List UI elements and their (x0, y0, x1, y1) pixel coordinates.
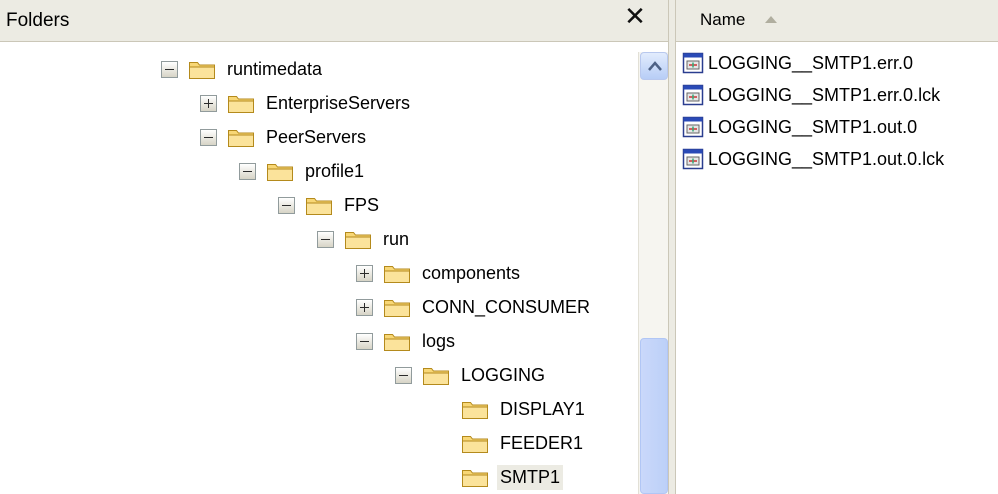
folder-icon (462, 470, 488, 487)
file-list-item[interactable]: LOGGING__SMTP1.err.0.lck (682, 80, 940, 110)
folders-title: Folders (6, 10, 70, 31)
folder-tree: runtimedata EnterpriseServers PeerServers p… (0, 42, 660, 494)
file-list-item[interactable]: LOGGING__SMTP1.err.0 (682, 48, 913, 78)
close-icon[interactable]: ✕ (622, 4, 648, 30)
log-file-icon (682, 148, 704, 170)
scrollbar-thumb[interactable] (640, 338, 668, 494)
file-name: LOGGING__SMTP1.out.0 (708, 116, 918, 137)
expand-plus-icon[interactable] (200, 94, 217, 112)
tree-node-label[interactable]: FPS (341, 193, 382, 218)
folder-icon (267, 164, 293, 181)
tree-node-run[interactable]: run (317, 222, 412, 256)
tree-node-logs[interactable]: logs (356, 324, 458, 358)
folder-icon (228, 96, 254, 113)
tree-node-label[interactable]: profile1 (302, 159, 367, 184)
tree-scrollbar[interactable] (638, 52, 668, 494)
tree-node-enterpriseservers[interactable]: EnterpriseServers (200, 86, 413, 120)
chevron-up-icon (648, 61, 662, 71)
folder-icon (306, 198, 332, 215)
files-pane: Name LOGGING__SMTP1.err.0 LOGGING__SMTP1.… (676, 0, 998, 494)
collapse-minus-icon[interactable] (395, 366, 412, 384)
folder-icon (462, 436, 488, 453)
tree-node-components[interactable]: components (356, 256, 523, 290)
folder-icon (189, 62, 215, 79)
collapse-minus-icon[interactable] (161, 60, 178, 78)
folder-icon (462, 402, 488, 419)
tree-node-label[interactable]: logs (419, 329, 458, 354)
folder-icon (423, 368, 449, 385)
tree-node-label[interactable]: SMTP1 (497, 464, 564, 490)
name-column-header[interactable]: Name (676, 0, 998, 42)
tree-node-label[interactable]: DISPLAY1 (497, 397, 588, 422)
tree-node-label[interactable]: run (380, 227, 412, 252)
tree-node-conn-consumer[interactable]: CONN_CONSUMER (356, 290, 593, 324)
collapse-minus-icon[interactable] (317, 230, 334, 248)
file-name: LOGGING__SMTP1.err.0.lck (708, 84, 941, 105)
log-file-icon (682, 84, 704, 106)
pane-divider[interactable] (668, 0, 676, 494)
collapse-minus-icon[interactable] (239, 162, 256, 180)
folder-icon (384, 334, 410, 351)
tree-node-label[interactable]: LOGGING (458, 363, 548, 388)
tree-node-label[interactable]: PeerServers (263, 125, 369, 150)
tree-node-peerservers[interactable]: PeerServers (200, 120, 369, 154)
folder-icon (384, 266, 410, 283)
tree-node-label[interactable]: runtimedata (224, 57, 325, 82)
folder-icon (228, 130, 254, 147)
sort-ascending-arrow-icon (765, 16, 777, 23)
log-file-icon (682, 52, 704, 74)
file-name: LOGGING__SMTP1.err.0 (708, 52, 914, 73)
file-name: LOGGING__SMTP1.out.0.lck (708, 148, 945, 169)
tree-node-logging[interactable]: LOGGING (395, 358, 548, 392)
collapse-minus-icon[interactable] (200, 128, 217, 146)
tree-node-display1[interactable]: DISPLAY1 (434, 392, 588, 426)
tree-node-label[interactable]: EnterpriseServers (263, 91, 413, 116)
scroll-up-button[interactable] (640, 52, 668, 80)
tree-node-label[interactable]: components (419, 261, 523, 286)
folder-icon (384, 300, 410, 317)
tree-node-fps[interactable]: FPS (278, 188, 382, 222)
expand-plus-icon[interactable] (356, 298, 373, 316)
folder-icon (345, 232, 371, 249)
log-file-icon (682, 116, 704, 138)
name-column-label: Name (700, 10, 746, 29)
tree-node-smtp1[interactable]: SMTP1 (434, 460, 564, 494)
folders-pane-header: Folders ✕ (0, 0, 668, 42)
file-list-item[interactable]: LOGGING__SMTP1.out.0 (682, 112, 917, 142)
collapse-minus-icon[interactable] (278, 196, 295, 214)
tree-node-feeder1[interactable]: FEEDER1 (434, 426, 586, 460)
tree-node-label[interactable]: FEEDER1 (497, 431, 586, 456)
tree-node-profile1[interactable]: profile1 (239, 154, 367, 188)
file-list-item[interactable]: LOGGING__SMTP1.out.0.lck (682, 144, 944, 174)
tree-node-label[interactable]: CONN_CONSUMER (419, 295, 593, 320)
tree-node-runtimedata[interactable]: runtimedata (161, 52, 325, 86)
collapse-minus-icon[interactable] (356, 332, 373, 350)
expand-plus-icon[interactable] (356, 264, 373, 282)
